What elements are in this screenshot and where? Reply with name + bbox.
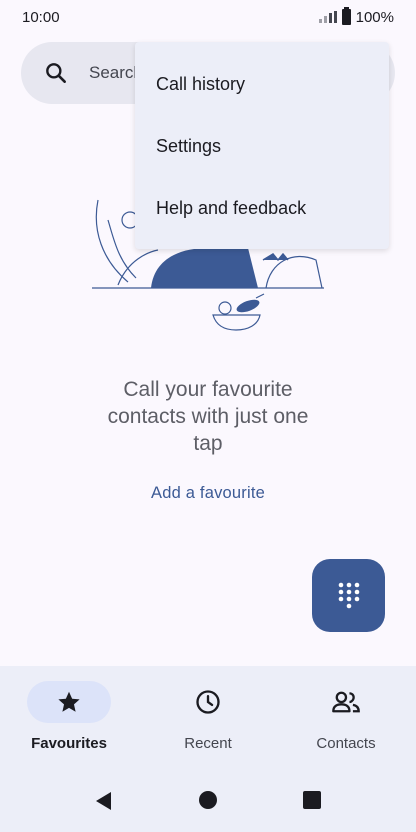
empty-state-message: Call your favourite contacts with just o…: [58, 376, 358, 457]
dialpad-button[interactable]: [312, 559, 385, 632]
nav-icon-container: [166, 681, 250, 723]
nav-label-favourites: Favourites: [31, 735, 107, 752]
clock-icon: [196, 690, 220, 714]
recents-icon[interactable]: [302, 790, 322, 810]
signal-icon: [318, 11, 337, 23]
nav-active-indicator: [27, 681, 111, 723]
empty-state-line-1: Call your favourite: [123, 378, 293, 401]
empty-state-line-3: tap: [193, 432, 223, 455]
nav-item-contacts[interactable]: Contacts: [277, 681, 415, 761]
nav-icon-container: [304, 681, 388, 723]
nav-label-contacts: Contacts: [316, 735, 376, 752]
nav-item-favourites[interactable]: Favourites: [0, 681, 138, 761]
menu-item-call-history[interactable]: Call history: [135, 64, 389, 126]
menu-item-help-and-feedback[interactable]: Help and feedback: [135, 188, 389, 250]
dialpad-icon: [338, 582, 359, 608]
nav-label-recent: Recent: [184, 735, 232, 752]
nav-item-recent[interactable]: Recent: [139, 681, 277, 761]
overflow-menu: Call history Settings Help and feedback: [135, 42, 389, 249]
back-icon[interactable]: [93, 790, 113, 812]
menu-item-settings[interactable]: Settings: [135, 126, 389, 188]
battery-icon: [341, 7, 351, 25]
search-icon: [46, 63, 66, 83]
star-icon: [58, 691, 80, 712]
empty-state-line-2: contacts with just one: [107, 405, 309, 428]
battery-level: 100%: [355, 8, 394, 26]
home-icon[interactable]: [198, 790, 218, 810]
add-favourite-link[interactable]: Add a favourite: [108, 484, 308, 503]
status-time: 10:00: [22, 8, 60, 26]
status-icons: 100%: [318, 7, 394, 26]
people-icon: [332, 691, 360, 713]
status-bar: 10:00 100%: [0, 0, 416, 34]
system-navigation-bar: [0, 776, 416, 824]
